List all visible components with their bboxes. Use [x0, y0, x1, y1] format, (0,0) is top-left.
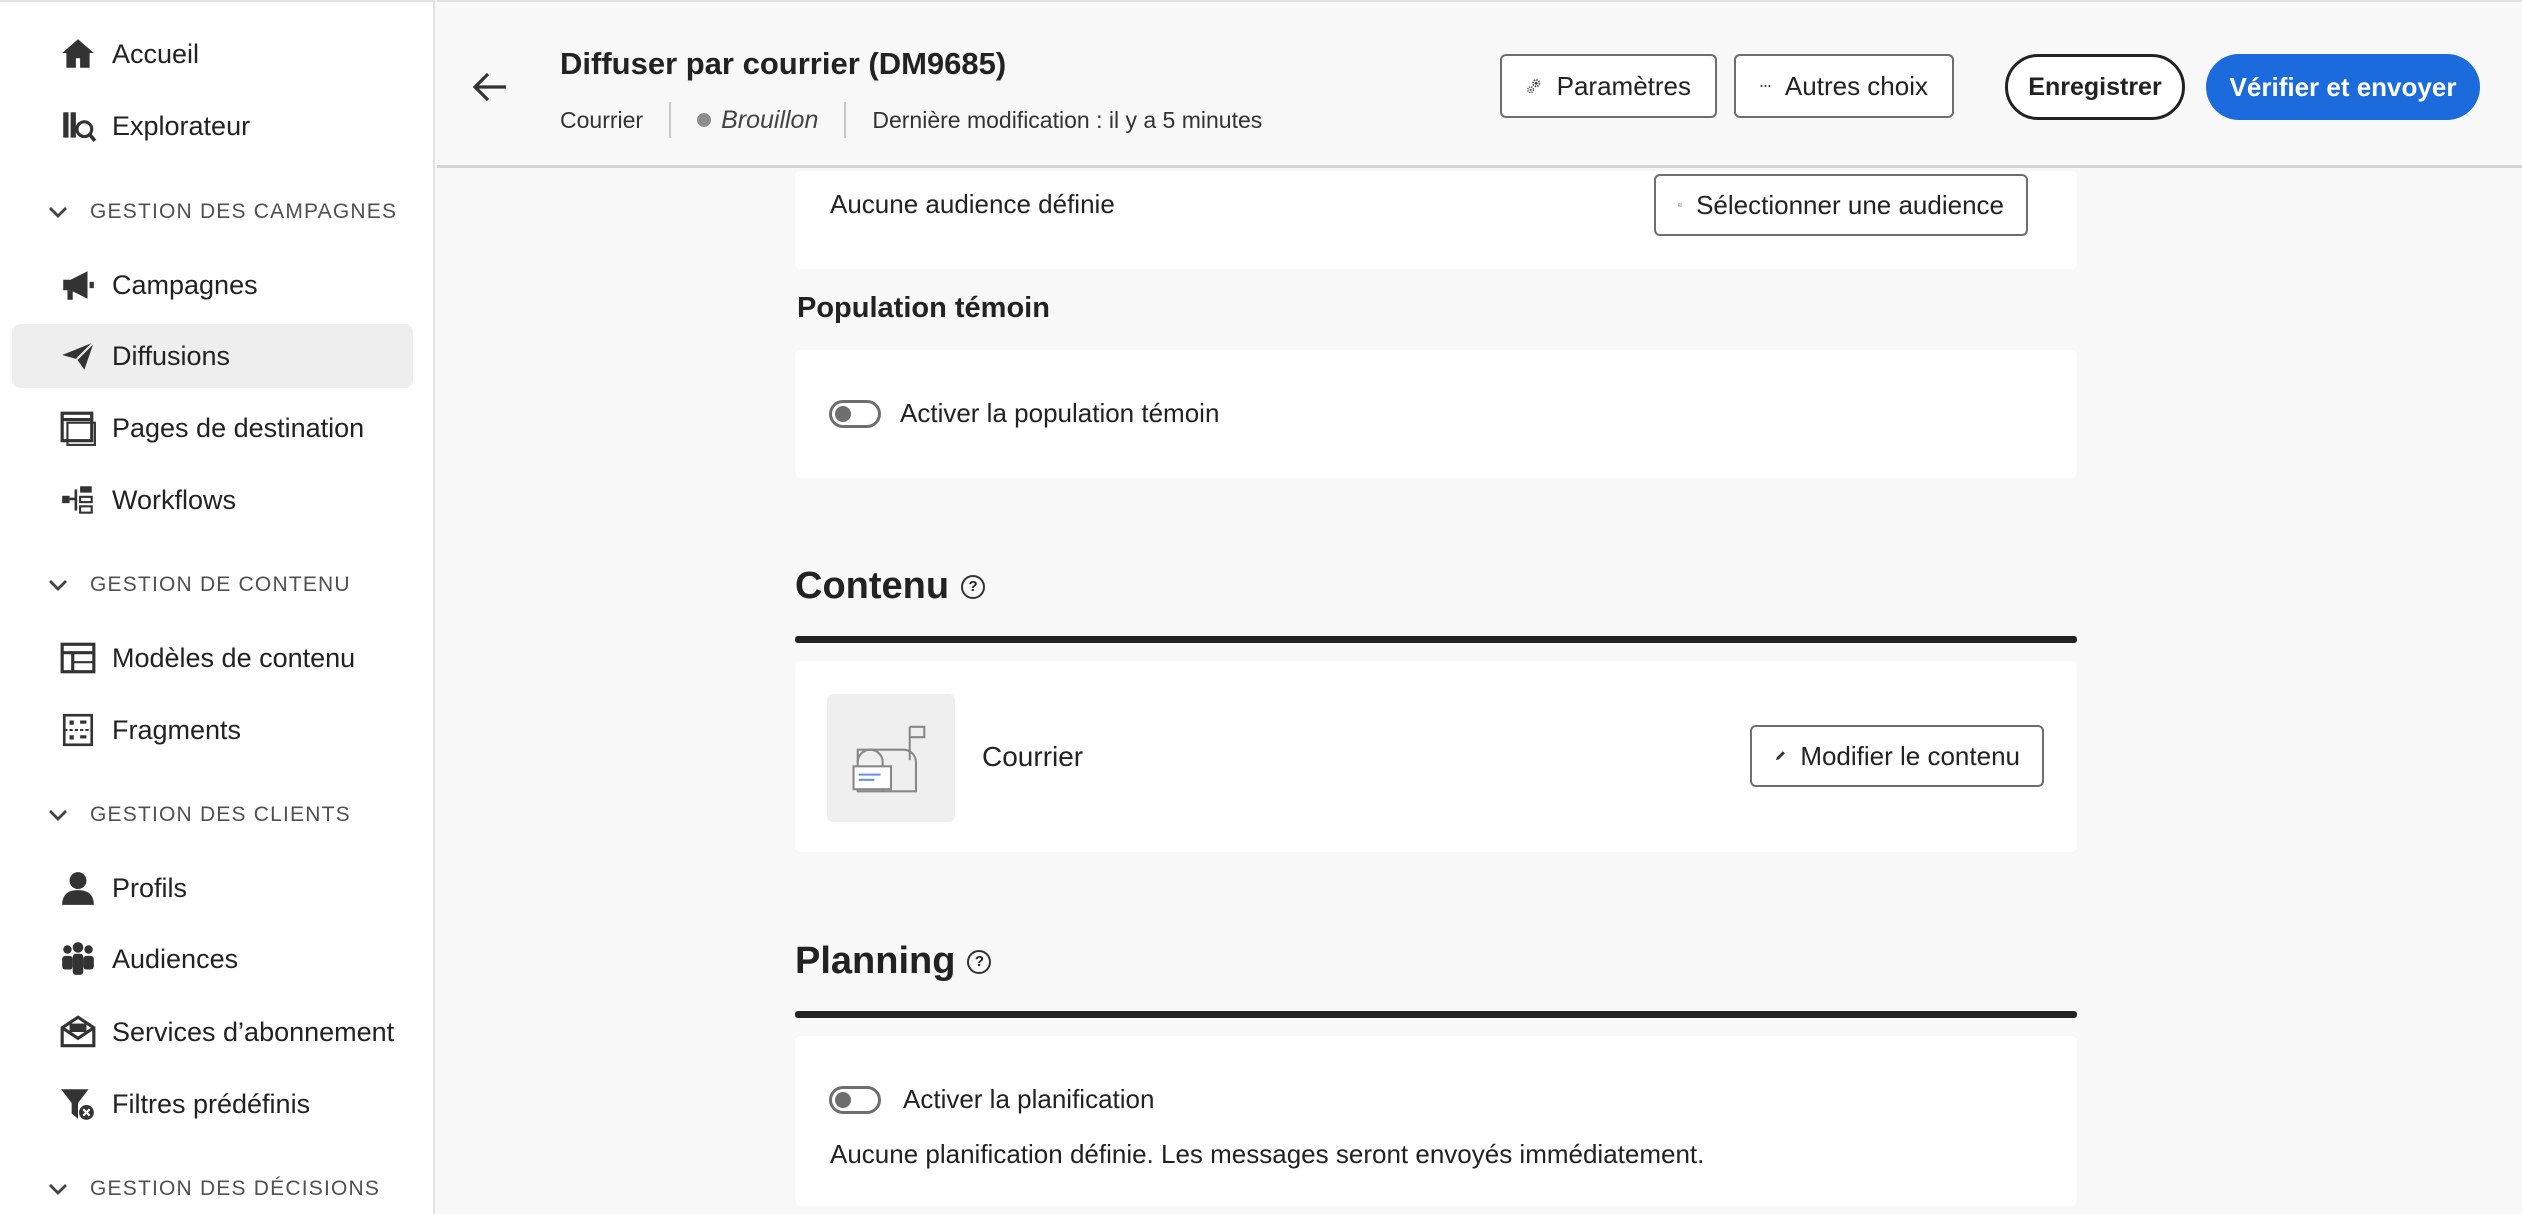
section-divider	[795, 636, 2077, 643]
landing-page-icon	[58, 408, 98, 448]
chevron-down-icon	[44, 1175, 72, 1203]
section-toggle-decisions[interactable]: GESTION DES DÉCISIONS	[44, 1169, 380, 1209]
sidebar-item-diffusions[interactable]: Diffusions	[12, 324, 413, 388]
delivery-meta: Courrier Brouillon Dernière modification…	[560, 100, 1262, 140]
divider	[844, 102, 847, 138]
more-horizontal-icon	[1760, 84, 1771, 88]
filter-icon	[58, 1084, 98, 1124]
sidebar-item-label: Campagnes	[112, 269, 258, 300]
sidebar-item-label: Audiences	[112, 943, 239, 974]
gear-icon	[1527, 79, 1541, 94]
sidebar-item-campagnes[interactable]: Campagnes	[12, 253, 413, 317]
toggle-knob	[835, 406, 851, 422]
control-group-toggle-label: Activer la population témoin	[900, 398, 1220, 428]
sidebar-item-audiences[interactable]: Audiences	[12, 927, 413, 991]
schedule-toggle[interactable]	[829, 1086, 881, 1114]
sidebar-item-label: Diffusions	[112, 340, 231, 371]
sidebar-item-label: Filtres prédéfinis	[112, 1088, 311, 1119]
audience-card: Aucune audience définie Sélectionner une…	[795, 171, 2077, 269]
sidebar-item-workflows[interactable]: Workflows	[12, 468, 413, 532]
help-icon[interactable]: ?	[961, 574, 986, 599]
content-card: Courrier Modifier le contenu	[795, 661, 2077, 852]
status-dot	[697, 113, 712, 127]
sidebar-item-label: Profils	[112, 872, 188, 903]
schedule-toggle-label: Activer la planification	[903, 1084, 1155, 1114]
select-audience-button[interactable]: Sélectionner une audience	[1654, 174, 2028, 236]
chevron-down-icon	[44, 801, 72, 829]
settings-button[interactable]: Paramètres	[1500, 54, 1717, 118]
schedule-info: Aucune planification définie. Les messag…	[830, 1139, 1705, 1169]
back-button[interactable]	[467, 64, 513, 110]
channel-label: Courrier	[560, 106, 644, 133]
control-group-toggle[interactable]	[829, 400, 881, 428]
more-options-button[interactable]: Autres choix	[1734, 54, 1954, 118]
fragment-icon	[58, 710, 98, 750]
mailbox-icon	[852, 725, 926, 793]
template-icon	[58, 638, 98, 678]
sidebar-item-label: Explorateur	[112, 110, 251, 141]
workflow-icon	[58, 480, 98, 520]
sidebar-item-accueil[interactable]: Accueil	[12, 22, 413, 86]
sidebar-item-label: Fragments	[112, 714, 242, 745]
last-modified: Dernière modification : il y a 5 minutes	[872, 106, 1263, 133]
control-group-title: Population témoin	[797, 292, 1050, 324]
edit-audience-icon	[1678, 203, 1683, 207]
divider	[669, 102, 672, 138]
megaphone-icon	[58, 265, 98, 305]
audience-empty-text: Aucune audience définie	[830, 189, 1115, 219]
control-group-card: Activer la population témoin	[795, 350, 2077, 478]
sidebar-item-profils[interactable]: Profils	[12, 856, 413, 920]
section-toggle-campagnes[interactable]: GESTION DES CAMPAGNES	[44, 192, 397, 232]
content-item-label: Courrier	[982, 741, 1084, 772]
sidebar-item-services-abonnement[interactable]: Services d’abonnement	[12, 1000, 413, 1064]
content-title-text: Contenu	[795, 565, 950, 607]
audiences-icon	[58, 939, 98, 979]
page-title: Diffuser par courrier (DM9685)	[560, 46, 1007, 81]
home-icon	[58, 34, 98, 74]
sidebar: Accueil Explorateur GESTION DES CAMPAGNE…	[0, 0, 435, 1214]
sidebar-item-pages-destination[interactable]: Pages de destination	[12, 396, 413, 460]
send-icon	[58, 336, 98, 376]
section-divider	[795, 1011, 2077, 1018]
sidebar-item-label: Services d’abonnement	[112, 1016, 395, 1047]
page-header: Diffuser par courrier (DM9685) Courrier …	[437, 0, 2522, 168]
chevron-down-icon	[44, 571, 72, 599]
schedule-card: Activer la planification Aucune planific…	[795, 1036, 2077, 1206]
sidebar-item-label: Accueil	[112, 38, 200, 69]
edit-content-button[interactable]: Modifier le contenu	[1750, 725, 2044, 787]
subscription-icon	[58, 1012, 98, 1052]
section-title: GESTION DES DÉCISIONS	[90, 1177, 381, 1200]
sidebar-item-label: Modèles de contenu	[112, 642, 356, 673]
arrow-left-icon	[472, 72, 506, 102]
toggle-knob	[835, 1092, 851, 1108]
explorer-icon	[58, 106, 98, 146]
edit-content-label: Modifier le contenu	[1800, 740, 2020, 771]
review-send-button[interactable]: Vérifier et envoyer	[2206, 54, 2480, 120]
chevron-down-icon	[44, 198, 72, 226]
sidebar-item-filtres[interactable]: Filtres prédéfinis	[12, 1072, 413, 1136]
sidebar-item-label: Workflows	[112, 484, 237, 515]
section-title: GESTION DE CONTENU	[90, 573, 351, 596]
select-audience-label: Sélectionner une audience	[1696, 189, 2004, 220]
app-root: Accueil Explorateur GESTION DES CAMPAGNE…	[0, 0, 2522, 1214]
status-badge: Brouillon	[721, 105, 819, 134]
user-icon	[58, 868, 98, 908]
section-toggle-contenu[interactable]: GESTION DE CONTENU	[44, 565, 351, 605]
section-title: GESTION DES CLIENTS	[90, 803, 351, 826]
sidebar-item-label: Pages de destination	[112, 412, 365, 443]
planning-section-title: Planning ?	[795, 940, 992, 983]
content-section-title: Contenu ?	[795, 565, 986, 608]
save-button[interactable]: Enregistrer	[2005, 54, 2185, 120]
sidebar-item-fragments[interactable]: Fragments	[12, 698, 413, 762]
sidebar-item-explorateur[interactable]: Explorateur	[12, 94, 413, 158]
help-icon[interactable]: ?	[967, 949, 992, 974]
mailbox-thumbnail	[827, 694, 955, 822]
planning-title-text: Planning	[795, 940, 956, 982]
pencil-icon	[1776, 751, 1785, 761]
sidebar-item-modeles-contenu[interactable]: Modèles de contenu	[12, 626, 413, 690]
more-options-label: Autres choix	[1784, 70, 1928, 101]
settings-label: Paramètres	[1556, 70, 1691, 101]
section-toggle-clients[interactable]: GESTION DES CLIENTS	[44, 795, 351, 835]
section-title: GESTION DES CAMPAGNES	[90, 200, 398, 223]
